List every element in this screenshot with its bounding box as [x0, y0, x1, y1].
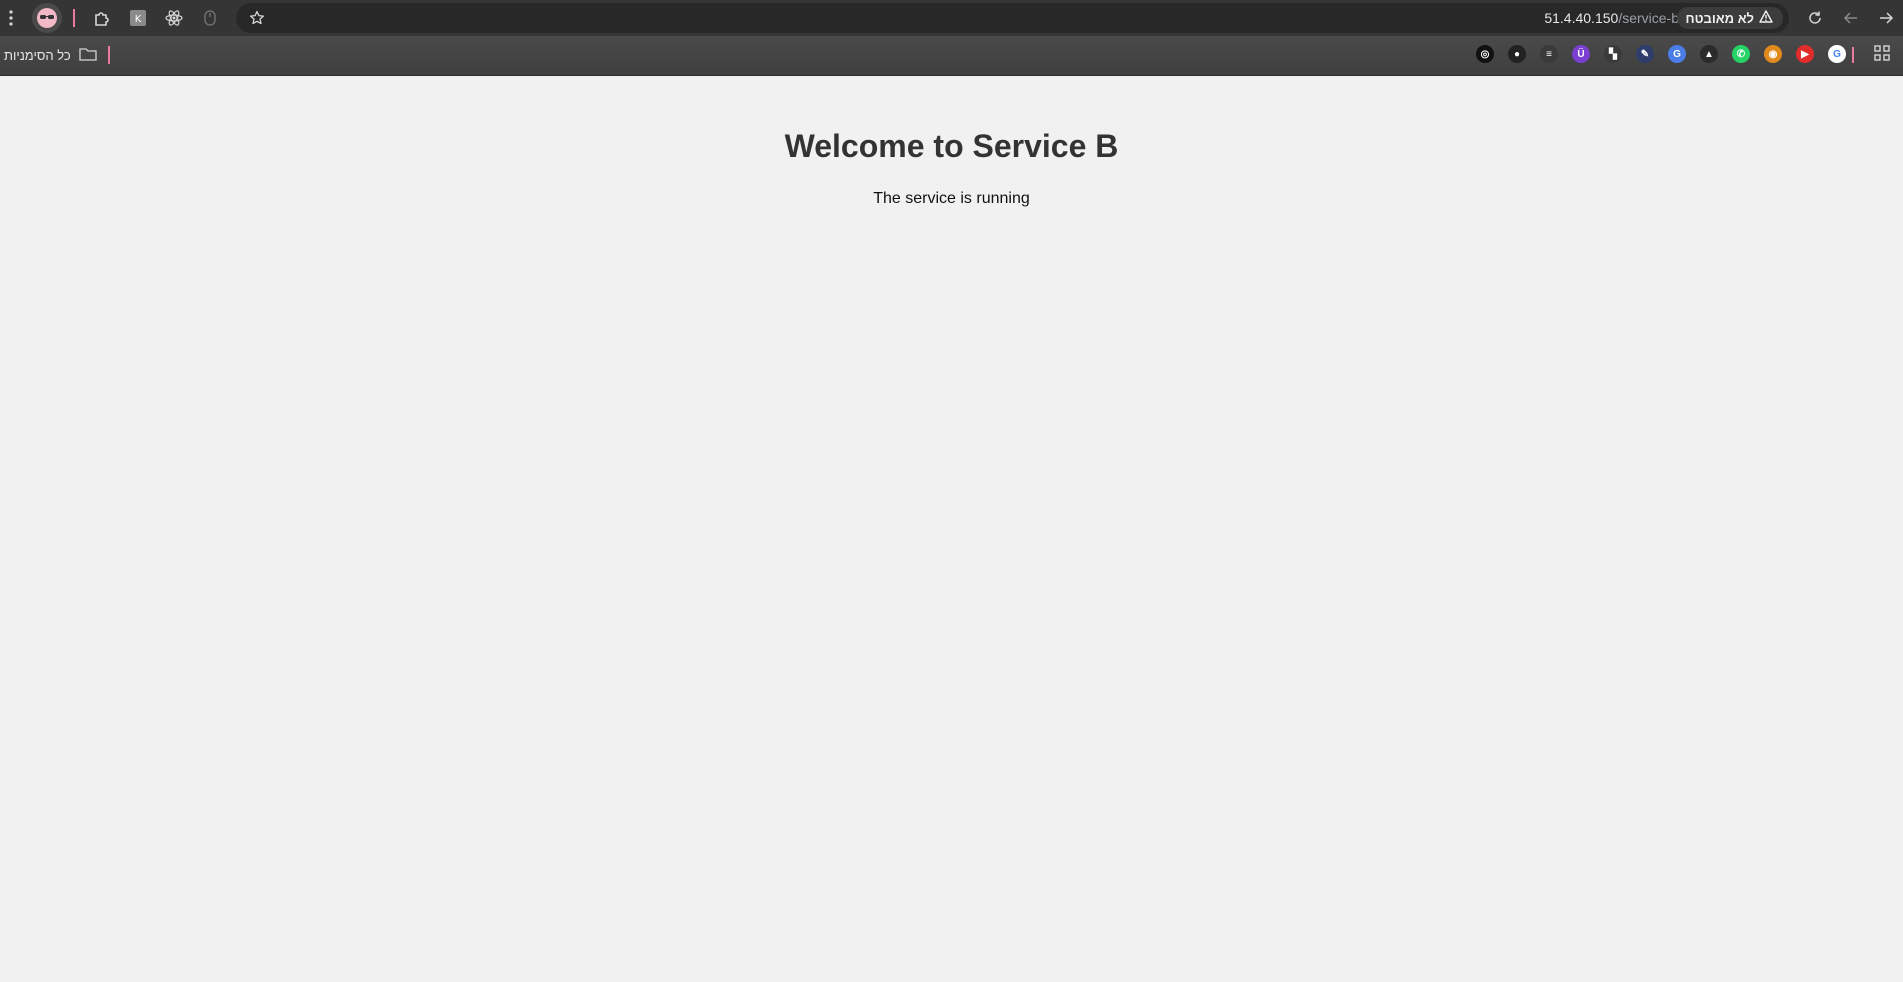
bookmark-medal-icon[interactable]: ◉ — [1764, 45, 1782, 63]
page-subtitle: The service is running — [873, 190, 1030, 207]
bookmark-translate-icon[interactable]: G — [1668, 45, 1686, 63]
bookmark-youtube-icon[interactable]: ▶ — [1796, 45, 1814, 63]
url-host: 51.4.40.150 — [1544, 10, 1619, 26]
url-path: /service-b — [1618, 10, 1679, 26]
extensions-icon[interactable] — [88, 4, 116, 32]
bookmark-openai-icon[interactable]: ◎ — [1476, 45, 1494, 63]
bookmark-stackoverflow-icon[interactable]: ≡ — [1540, 45, 1558, 63]
page-title: Welcome to Service B — [784, 128, 1119, 164]
bookmark-google-icon[interactable]: G — [1828, 45, 1846, 63]
url-text[interactable]: 51.4.40.150/service-b — [1544, 10, 1679, 26]
warning-icon — [1759, 10, 1773, 26]
forward-icon[interactable] — [1872, 4, 1900, 32]
menu-icon[interactable] — [0, 4, 22, 32]
bookmarks-bar: כל הסימניות ◎ ● ≡ Ü ▚ ✎ G ▲ ✆ ◉ ▶ G — [0, 36, 1903, 76]
security-label: לא מאובטח — [1685, 10, 1754, 26]
profile-avatar[interactable] — [32, 3, 62, 33]
mouse-extension-icon[interactable] — [196, 4, 224, 32]
bookmark-tool-icon[interactable]: ✎ — [1636, 45, 1654, 63]
apps-grid-icon[interactable] — [1874, 45, 1894, 65]
extension-k-icon[interactable]: K — [124, 4, 152, 32]
toolbar-separator — [73, 9, 75, 27]
security-chip[interactable]: לא מאובטח — [1677, 7, 1783, 29]
bookmark-gitlab-icon[interactable]: ▚ — [1604, 45, 1622, 63]
bookmark-github-icon[interactable]: ● — [1508, 45, 1526, 63]
bookmark-drive-icon[interactable]: ▲ — [1700, 45, 1718, 63]
bookmark-whatsapp-icon[interactable]: ✆ — [1732, 45, 1750, 63]
react-devtools-icon[interactable] — [160, 4, 188, 32]
bookmarks-separator-right — [1852, 47, 1854, 63]
browser-toolbar: K 51.4.40.150/service-b לא מאובטח — [0, 0, 1903, 36]
folder-icon — [79, 47, 97, 64]
bookmarks-separator — [108, 46, 110, 64]
back-icon[interactable] — [1837, 4, 1865, 32]
bookmark-star-icon[interactable] — [246, 7, 268, 29]
all-bookmarks-button[interactable]: כל הסימניות — [4, 47, 97, 64]
reload-icon[interactable] — [1801, 4, 1829, 32]
svg-text:K: K — [135, 14, 142, 25]
bookmark-udemy-icon[interactable]: Ü — [1572, 45, 1590, 63]
address-bar[interactable]: 51.4.40.150/service-b לא מאובטח — [236, 3, 1789, 33]
all-bookmarks-label: כל הסימניות — [4, 48, 71, 63]
